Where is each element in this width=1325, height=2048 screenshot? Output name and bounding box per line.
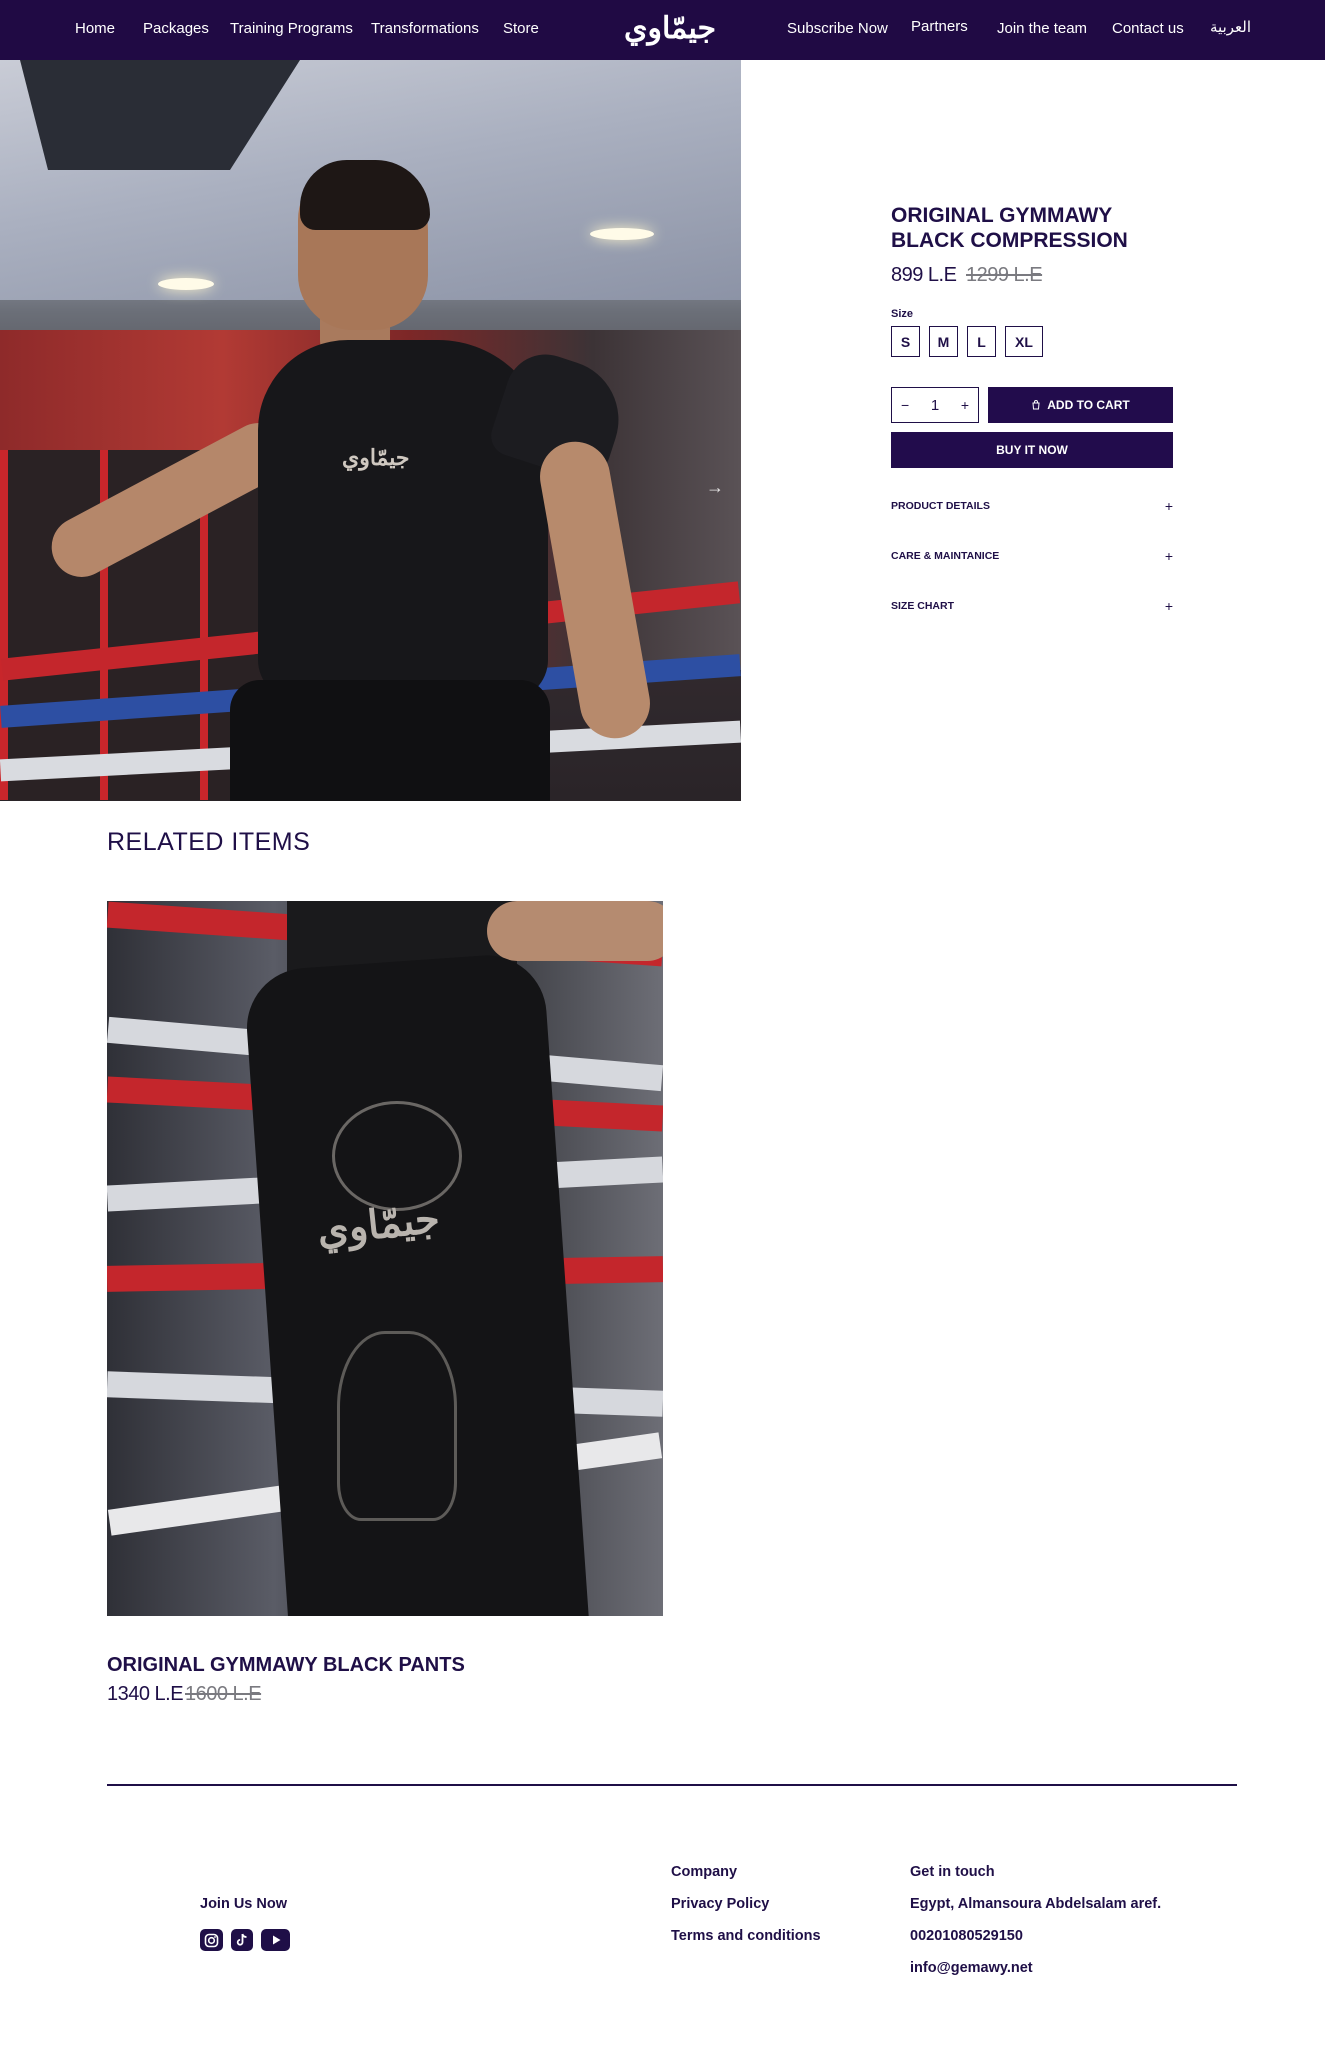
nav-home[interactable]: Home	[75, 20, 115, 37]
nav-packages[interactable]: Packages	[143, 20, 209, 37]
contact-heading: Get in touch	[910, 1864, 995, 1880]
nav-subscribe-now[interactable]: Subscribe Now	[787, 20, 888, 37]
related-item-name[interactable]: ORIGINAL GYMMAWY BLACK PANTS	[107, 1654, 465, 1677]
gallery-next-arrow-icon[interactable]: →	[706, 477, 724, 498]
related-item-price: 1340 L.E	[107, 1683, 184, 1705]
accordion-size-chart[interactable]: SIZE CHART +	[891, 596, 1173, 616]
shirt-print-logo: جيمّاوي	[342, 445, 410, 471]
nav-contact-us[interactable]: Contact us	[1112, 20, 1184, 37]
footer-link-privacy-policy[interactable]: Privacy Policy	[671, 1896, 769, 1912]
accordion-product-details[interactable]: PRODUCT DETAILS +	[891, 496, 1173, 516]
nav-transformations[interactable]: Transformations	[371, 20, 479, 37]
youtube-icon[interactable]	[261, 1929, 290, 1951]
nav-store[interactable]: Store	[503, 20, 539, 37]
accordion-label: SIZE CHART	[891, 600, 954, 612]
nav-partners[interactable]: Partners	[911, 18, 968, 35]
tiktok-icon[interactable]	[231, 1929, 253, 1951]
product-title: ORIGINAL GYMMAWY BLACK COMPRESSION	[891, 204, 1128, 252]
contact-address: Egypt, Almansoura Abdelsalam aref.	[910, 1896, 1162, 1912]
buy-it-now-button[interactable]: BUY IT NOW	[891, 432, 1173, 468]
image-ceiling-lamp	[158, 278, 214, 290]
size-option-l[interactable]: L	[967, 326, 996, 357]
add-to-cart-button[interactable]: ADD TO CART	[988, 387, 1173, 423]
add-to-cart-label: ADD TO CART	[1047, 398, 1130, 412]
image-ceiling-lamp	[590, 228, 654, 240]
size-label: Size	[891, 308, 914, 320]
join-us-label: Join Us Now	[200, 1896, 288, 1912]
accordion-label: CARE & MAINTANICE	[891, 550, 1000, 562]
size-option-s[interactable]: S	[891, 326, 920, 357]
pants-print-art	[337, 1331, 457, 1521]
bag-icon	[1032, 400, 1040, 410]
plus-icon: +	[1164, 498, 1173, 514]
brand-logo[interactable]: جيمّاوي	[624, 10, 716, 48]
product-old-price: 1299 L.E	[966, 264, 1043, 286]
footer-link-company[interactable]: Company	[671, 1864, 737, 1880]
size-option-m[interactable]: M	[929, 326, 958, 357]
footer-divider	[107, 1784, 1237, 1786]
size-option-xl[interactable]: XL	[1005, 326, 1043, 357]
related-item-image[interactable]: جيمّاوي	[107, 901, 663, 1616]
tiktok-glyph	[236, 1933, 247, 1946]
accordion-label: PRODUCT DETAILS	[891, 500, 990, 512]
related-items-heading: RELATED ITEMS	[107, 828, 311, 856]
image-model-arm	[487, 901, 663, 961]
youtube-play-glyph	[272, 1935, 280, 1945]
qty-decrease-button[interactable]: −	[901, 397, 909, 413]
product-image-gallery[interactable]: جيمّاوي →	[0, 60, 741, 801]
image-model-pants	[230, 680, 550, 801]
plus-icon: +	[1164, 548, 1173, 564]
instagram-icon[interactable]	[200, 1929, 223, 1951]
footer-link-terms[interactable]: Terms and conditions	[671, 1928, 821, 1944]
top-navbar: Home Packages Training Programs Transfor…	[0, 0, 1325, 60]
nav-join-the-team[interactable]: Join the team	[997, 20, 1087, 37]
pants-print-art	[332, 1101, 462, 1211]
product-price: 899 L.E	[891, 264, 957, 286]
nav-training-programs[interactable]: Training Programs	[230, 20, 353, 37]
contact-email[interactable]: info@gemawy.net	[910, 1960, 1033, 1976]
related-item-old-price: 1600 L.E	[185, 1683, 262, 1705]
instagram-glyph	[204, 1933, 219, 1947]
contact-phone[interactable]: 00201080529150	[910, 1928, 1023, 1944]
quantity-stepper: − 1 +	[891, 387, 979, 423]
qty-increase-button[interactable]: +	[961, 397, 969, 413]
qty-value[interactable]: 1	[931, 397, 939, 414]
nav-language-arabic[interactable]: العربية	[1210, 18, 1251, 36]
plus-icon: +	[1164, 598, 1173, 614]
accordion-care-maintenance[interactable]: CARE & MAINTANICE +	[891, 546, 1173, 566]
